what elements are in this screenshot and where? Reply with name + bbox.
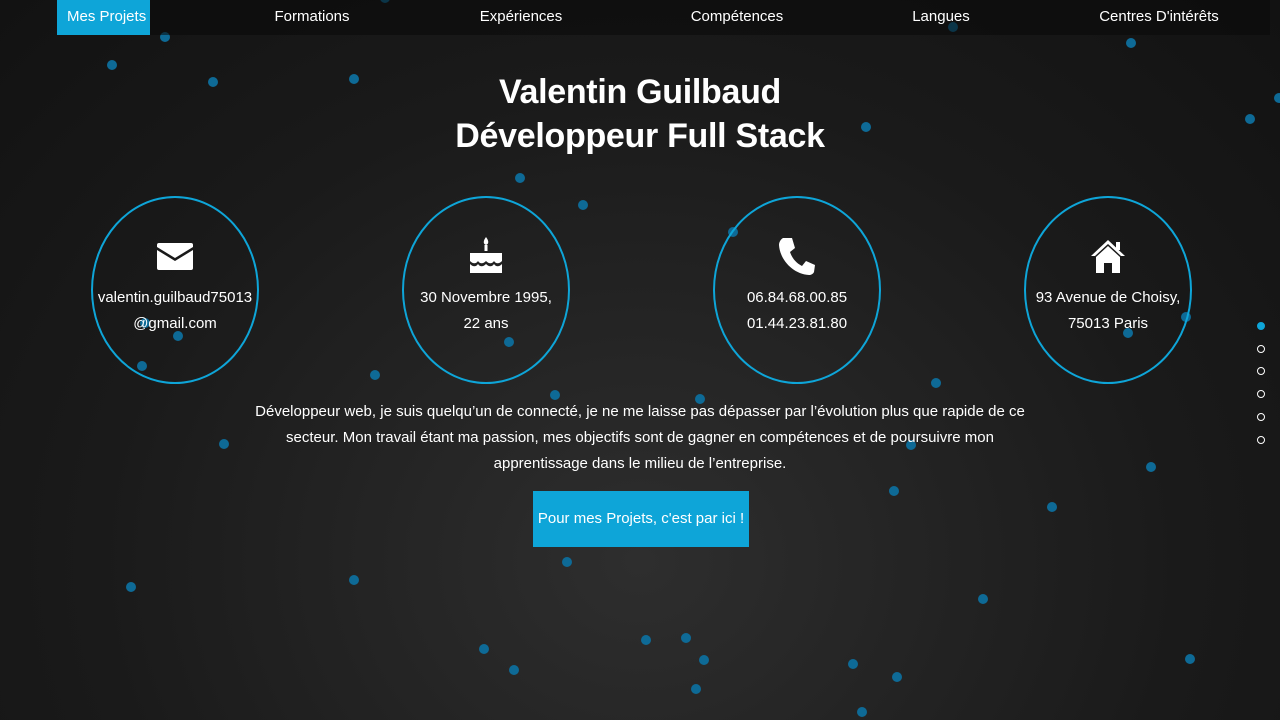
particle-dot: [1126, 38, 1136, 48]
birthday-circle: 30 Novembre 1995, 22 ans: [402, 196, 570, 384]
particle-dot: [509, 665, 519, 675]
particle-dot: [1047, 502, 1057, 512]
section-dot-4[interactable]: [1257, 390, 1265, 398]
particle-dot: [641, 635, 651, 645]
nav-item-competences[interactable]: Compétences: [682, 0, 792, 35]
particle-dot: [107, 60, 117, 70]
particle-dot: [892, 672, 902, 682]
home-icon: [1026, 236, 1190, 276]
nav-item-centres-interets[interactable]: Centres D'intérêts: [1094, 0, 1224, 35]
particle-dot: [219, 439, 229, 449]
section-dot-5[interactable]: [1257, 413, 1265, 421]
nav-item-langues[interactable]: Langues: [901, 0, 981, 35]
bio-description: Développeur web, je suis quelqu’un de co…: [255, 403, 1025, 472]
address-circle: 93 Avenue de Choisy, 75013 Paris: [1024, 196, 1192, 384]
particle-dot: [691, 684, 701, 694]
particle-dot: [857, 707, 867, 717]
particle-dot: [126, 582, 136, 592]
email-line-2: @gmail.com: [133, 315, 217, 332]
email-line-1: valentin.guilbaud75013: [97, 289, 253, 306]
section-dot-1[interactable]: [1257, 322, 1265, 330]
top-navbar: Mes Projets Formations Expériences Compé…: [0, 0, 1280, 35]
nav-item-mes-projets[interactable]: Mes Projets: [57, 0, 150, 35]
section-dot-6[interactable]: [1257, 436, 1265, 444]
email-circle: valentin.guilbaud75013 @gmail.com: [91, 196, 259, 384]
hero-role: Développeur Full Stack: [455, 117, 825, 155]
address-line-1: 93 Avenue de Choisy,: [1035, 289, 1181, 306]
section-dot-2[interactable]: [1257, 345, 1265, 353]
particle-dot: [1185, 654, 1195, 664]
phone-line-1: 06.84.68.00.85: [746, 289, 848, 306]
hero-title: Valentin Guilbaud Développeur Full Stack: [0, 70, 1280, 158]
particle-dot: [515, 173, 525, 183]
birthday-line-1: 30 Novembre 1995,: [420, 289, 552, 306]
particle-dot: [931, 378, 941, 388]
particle-dot: [479, 644, 489, 654]
particle-dot: [978, 594, 988, 604]
phone-icon: [715, 236, 879, 276]
particle-dot: [370, 370, 380, 380]
phone-line-2: 01.44.23.81.80: [746, 315, 848, 332]
section-dot-3[interactable]: [1257, 367, 1265, 375]
envelope-icon: [93, 236, 257, 276]
particle-dot: [681, 633, 691, 643]
particle-dot: [349, 575, 359, 585]
birthday-cake-icon: [404, 236, 568, 276]
nav-item-experiences[interactable]: Expériences: [471, 0, 571, 35]
particle-dot: [562, 557, 572, 567]
particle-dot: [699, 655, 709, 665]
nav-item-formations[interactable]: Formations: [262, 0, 362, 35]
phone-circle: 06.84.68.00.85 01.44.23.81.80: [713, 196, 881, 384]
particle-dot: [1146, 462, 1156, 472]
particle-dot: [848, 659, 858, 669]
hero-name: Valentin Guilbaud: [498, 73, 782, 111]
birthday-line-2: 22 ans: [463, 315, 509, 332]
projects-cta-button[interactable]: Pour mes Projets, c'est par ici !: [533, 491, 749, 547]
particle-dot: [578, 200, 588, 210]
address-line-2: 75013 Paris: [1067, 315, 1149, 332]
particle-dot: [889, 486, 899, 496]
